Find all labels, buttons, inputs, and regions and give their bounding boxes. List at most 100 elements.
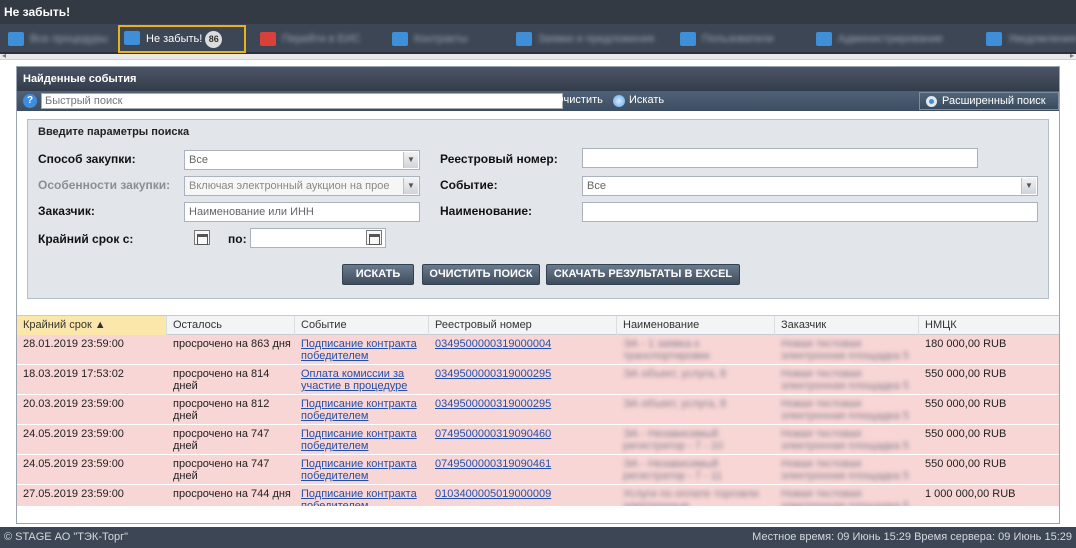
event-cell: Подписание контракта победителем [295, 428, 429, 452]
event-cell: Подписание контракта победителем [295, 338, 429, 362]
admin-icon [816, 32, 832, 46]
download-excel-button[interactable]: СКАЧАТЬ РЕЗУЛЬТАТЫ В EXCEL [546, 264, 740, 285]
chevron-down-icon[interactable]: ▼ [403, 152, 418, 168]
customer-cell: Новая тестовая электронная площадка 5 [781, 398, 909, 422]
table-row[interactable]: 28.01.2019 23:59:00 просрочено на 863 дн… [17, 335, 1059, 365]
features-select[interactable]: Включая электронный аукцион на прое ▼ [184, 176, 420, 196]
registry-cell: 0349500000319000004 [429, 338, 617, 350]
customer-label: Заказчик: [38, 204, 95, 218]
remaining-cell: просрочено на 747 дней [173, 458, 270, 482]
help-icon[interactable]: ? [23, 94, 37, 108]
scroll-left-icon[interactable]: ◂ [2, 51, 6, 60]
registry-link[interactable]: 0349500000319000295 [435, 398, 551, 410]
clear-search-link[interactable]: Очистить [555, 94, 603, 106]
table-header: Крайний срок ▲ Осталось Событие Реестров… [17, 315, 1059, 335]
name-cell: ЭА объект, услуга, 8 [623, 398, 727, 410]
quick-search-bar: ? Очистить Искать Расширенный поиск [17, 91, 1059, 111]
remaining-cell: просрочено на 747 дней [173, 428, 270, 452]
registry-cell: 0349500000319000295 [429, 368, 617, 380]
remaining-cell: просрочено на 863 дня [173, 338, 291, 350]
name-input[interactable] [582, 202, 1038, 222]
col-event[interactable]: Событие [295, 316, 429, 335]
col-price[interactable]: НМЦК [919, 316, 1059, 335]
table-row[interactable]: 27.05.2019 23:59:00 просрочено на 744 дн… [17, 485, 1059, 507]
search-link[interactable]: Искать [629, 94, 664, 106]
advanced-search-button[interactable]: Расширенный поиск [919, 92, 1059, 110]
table-row[interactable]: 18.03.2019 17:53:02 просрочено на 814 дн… [17, 365, 1059, 395]
search-button[interactable]: ИСКАТЬ [342, 264, 414, 285]
event-link[interactable]: Подписание контракта победителем [301, 488, 417, 506]
notifications-icon [986, 32, 1002, 46]
tab-applications[interactable]: Заявки и предложения [512, 28, 672, 50]
results-table: Крайний срок ▲ Осталось Событие Реестров… [17, 315, 1059, 507]
registry-link[interactable]: 0349500000319000004 [435, 338, 551, 350]
registry-cell: 0103400005019000009 [429, 488, 617, 500]
method-select[interactable]: Все ▼ [184, 150, 420, 170]
event-cell: Подписание контракта победителем [295, 488, 429, 506]
calendar-from-icon[interactable] [194, 230, 210, 245]
chevron-down-icon[interactable]: ▼ [1021, 178, 1036, 194]
name-cell: ЭА - Независимый регистратор - 7 - 11 [623, 458, 723, 482]
col-remaining[interactable]: Осталось [167, 316, 295, 335]
table-row[interactable]: 20.03.2019 23:59:00 просрочено на 812 дн… [17, 395, 1059, 425]
remaining-cell: просрочено на 812 дней [173, 398, 270, 422]
col-registry[interactable]: Реестровый номер [429, 316, 617, 335]
registry-input[interactable] [582, 148, 978, 168]
price-cell: 550 000,00 RUB [925, 428, 1007, 440]
tab-contracts[interactable]: Контракты [388, 28, 488, 50]
calendar-to-icon[interactable] [366, 230, 382, 245]
table-row[interactable]: 24.05.2019 23:59:00 просрочено на 747 дн… [17, 425, 1059, 455]
registry-link[interactable]: 0349500000319000295 [435, 368, 551, 380]
clear-search-button[interactable]: ОЧИСТИТЬ ПОИСК [422, 264, 540, 285]
deadline-cell: 24.05.2019 23:59:00 [23, 458, 124, 470]
col-customer[interactable]: Заказчик [775, 316, 919, 335]
event-link[interactable]: Подписание контракта победителем [301, 398, 417, 422]
deadline-to-label: по: [228, 232, 247, 246]
event-cell: Оплата комиссии за участие в процедуре [295, 368, 429, 392]
status-bar: © STAGE АО "ТЭК-Торг" Местное время: 09 … [0, 527, 1076, 548]
horizontal-scrollbar[interactable]: ◂ ▸ [0, 51, 1076, 60]
quick-search-input[interactable] [41, 93, 563, 109]
registry-link[interactable]: 0749500000319090460 [435, 428, 551, 440]
scroll-right-icon[interactable]: ▸ [1070, 51, 1074, 60]
tab-bar: Все процедуры Не забыть! 86 Перейти в ЕИС… [0, 24, 1076, 54]
col-name[interactable]: Наименование [617, 316, 775, 335]
search-icon[interactable] [613, 95, 625, 107]
tab-administration[interactable]: Администрирование [812, 28, 972, 50]
event-link[interactable]: Подписание контракта победителем [301, 428, 417, 452]
features-label: Особенности закупки: [38, 178, 171, 192]
tab-users[interactable]: Пользователи [676, 28, 802, 50]
deadline-cell: 18.03.2019 17:53:02 [23, 368, 124, 380]
event-link[interactable]: Подписание контракта победителем [301, 458, 417, 482]
filter-title: Введите параметры поиска [38, 126, 190, 138]
events-panel: Найденные события ? Очистить Искать Расш… [16, 66, 1060, 524]
table-row[interactable]: 24.05.2019 23:59:00 просрочено на 747 дн… [17, 455, 1059, 485]
customer-cell: Новая тестовая электронная площадка 5 [781, 458, 909, 482]
name-cell: ЭА объект, услуга, 8 [623, 368, 727, 380]
registry-link[interactable]: 0749500000319090461 [435, 458, 551, 470]
price-cell: 550 000,00 RUB [925, 368, 1007, 380]
remaining-cell: просрочено на 744 дня [173, 488, 291, 500]
tab-all-procedures[interactable]: Все процедуры [4, 28, 116, 50]
event-select[interactable]: Все ▼ [582, 176, 1038, 196]
event-label: Событие: [440, 178, 498, 192]
name-cell: ЭА - 1 заявка к транспортировке [623, 338, 711, 362]
deadline-cell: 24.05.2019 23:59:00 [23, 428, 124, 440]
customer-input[interactable]: Наименование или ИНН [184, 202, 420, 222]
event-link[interactable]: Оплата комиссии за участие в процедуре [301, 368, 407, 392]
customer-cell: Новая тестовая электронная площадка 5 [781, 488, 909, 507]
eis-icon [260, 32, 276, 46]
tab-notifications[interactable]: Уведомления [982, 28, 1076, 50]
chevron-down-icon[interactable]: ▼ [403, 178, 418, 194]
tab-eis[interactable]: Перейти в ЕИС [256, 28, 374, 50]
registry-link[interactable]: 0103400005019000009 [435, 488, 551, 500]
tab-ne-zabyt[interactable]: Не забыть! 86 [118, 25, 246, 53]
customer-cell: Новая тестовая электронная площадка 5 [781, 338, 909, 362]
name-label: Наименование: [440, 204, 533, 218]
deadline-cell: 20.03.2019 23:59:00 [23, 398, 124, 410]
window-title: Не забыть! [0, 0, 1076, 24]
deadline-cell: 27.05.2019 23:59:00 [23, 488, 124, 500]
event-link[interactable]: Подписание контракта победителем [301, 338, 417, 362]
col-deadline[interactable]: Крайний срок ▲ [17, 316, 167, 335]
registry-cell: 0749500000319090460 [429, 428, 617, 440]
